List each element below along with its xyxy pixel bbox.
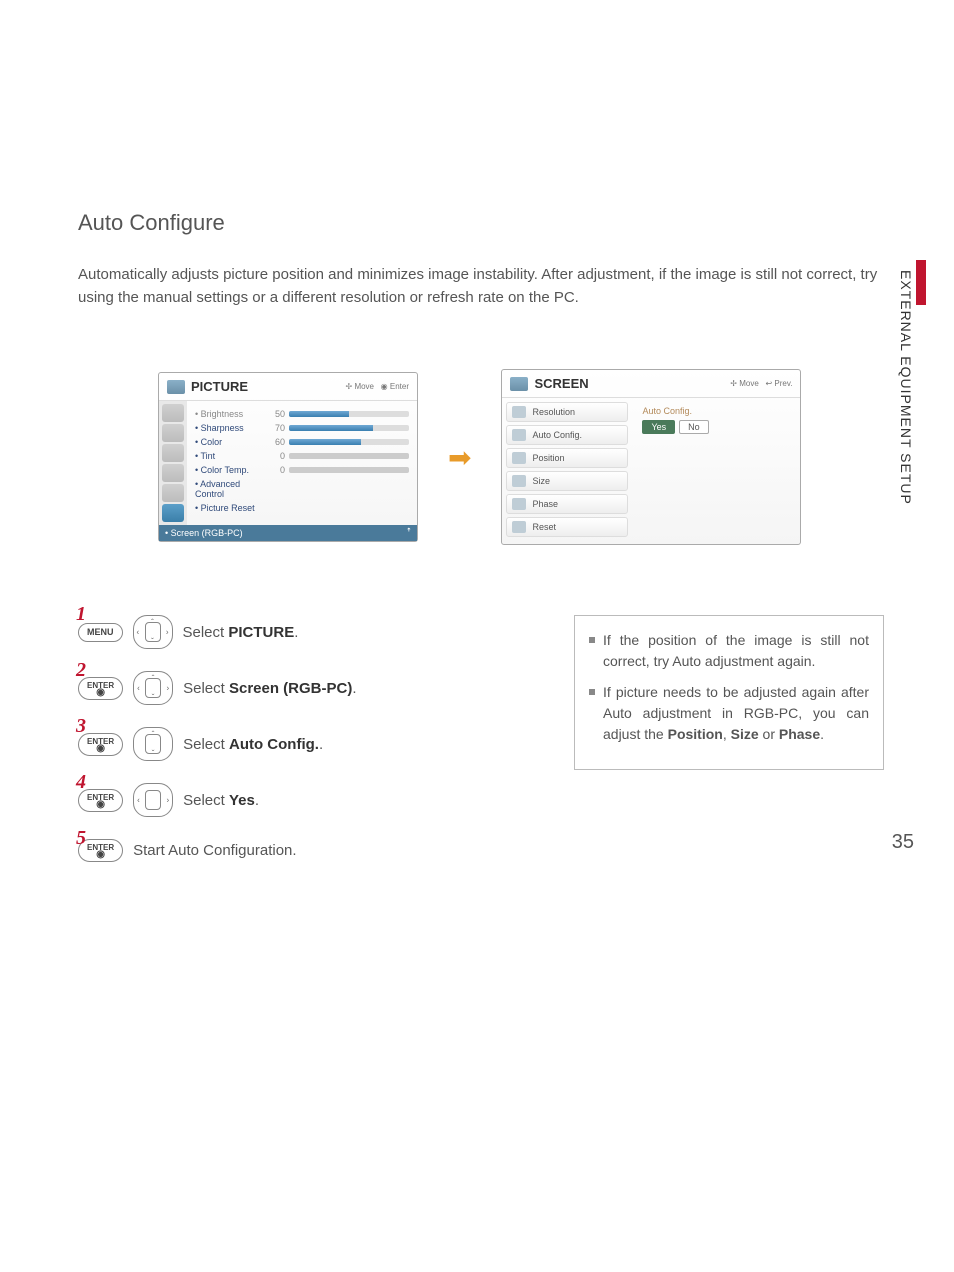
no-button[interactable]: No <box>679 420 709 434</box>
page-heading: Auto Configure <box>78 210 884 236</box>
step-number: 2 <box>76 659 86 682</box>
picture-setting: • Color Temp.0 <box>195 463 409 477</box>
menu-item-icon <box>512 406 526 418</box>
auto-config-label: Auto Config. <box>642 406 790 416</box>
screen-menu-item[interactable]: Resolution <box>506 402 628 422</box>
nav-pad[interactable]: ˆˇ <box>133 727 173 761</box>
arrow-right-icon: ➡ <box>448 441 471 474</box>
picture-osd: PICTURE ✢ Move ◉ Enter • Brightness50• S… <box>158 372 418 542</box>
picture-setting: • Picture Reset <box>195 501 409 515</box>
screen-menu-item[interactable]: Auto Config. <box>506 425 628 445</box>
menu-item-label: Phase <box>532 499 558 509</box>
picture-icon <box>167 380 185 394</box>
yes-button[interactable]: Yes <box>642 420 675 434</box>
screen-menu-item[interactable]: Reset <box>506 517 628 537</box>
picture-setting: • Sharpness70 <box>195 421 409 435</box>
step-row: 3ENTER◉ˆˇSelect Auto Config.. <box>78 727 514 761</box>
step-text: Start Auto Configuration. <box>133 842 296 859</box>
screen-menu-item[interactable]: Phase <box>506 494 628 514</box>
step-number: 5 <box>76 827 86 850</box>
osd-hint: ✢ Move ↩ Prev. <box>730 379 792 388</box>
menu-item-label: Resolution <box>532 407 575 417</box>
page-number: 35 <box>892 831 914 854</box>
menu-item-icon <box>512 498 526 510</box>
screen-icon <box>510 377 528 391</box>
picture-setting: • Brightness50 <box>195 407 409 421</box>
nav-pad[interactable]: ‹› <box>133 783 173 817</box>
step-number: 3 <box>76 715 86 738</box>
screen-menu-item[interactable]: Position <box>506 448 628 468</box>
step-number: 4 <box>76 771 86 794</box>
picture-setting: • Tint0 <box>195 449 409 463</box>
menu-item-icon <box>512 521 526 533</box>
nav-pad[interactable]: ‹›ˆˇ <box>133 671 173 705</box>
picture-setting: • Color60 <box>195 435 409 449</box>
nav-pad[interactable]: ‹›ˆˇ <box>133 615 173 649</box>
step-row: 4ENTER◉‹›Select Yes. <box>78 783 514 817</box>
tips-box: If the position of the image is still no… <box>574 615 884 770</box>
menu-item-icon <box>512 429 526 441</box>
osd-tabs <box>159 401 187 525</box>
screen-menu-item[interactable]: Size <box>506 471 628 491</box>
step-row: 5ENTER◉Start Auto Configuration. <box>78 839 514 862</box>
step-text: Select PICTURE. <box>183 624 299 641</box>
step-text: Select Yes. <box>183 792 259 809</box>
menu-item-icon <box>512 475 526 487</box>
menu-item-icon <box>512 452 526 464</box>
screen-osd: SCREEN ✢ Move ↩ Prev. Resolution Auto Con… <box>501 369 801 545</box>
menu-item-label: Auto Config. <box>532 430 582 440</box>
step-row: 1MENU‹›ˆˇSelect PICTURE. <box>78 615 514 649</box>
step-text: Select Screen (RGB-PC). <box>183 680 356 697</box>
menu-item-label: Position <box>532 453 564 463</box>
picture-setting: • Advanced Control <box>195 477 409 501</box>
screen-title: SCREEN <box>534 376 730 391</box>
section-label: EXTERNAL EQUIPMENT SETUP <box>898 270 914 505</box>
menu-item-label: Reset <box>532 522 556 532</box>
step-number: 1 <box>76 603 86 626</box>
intro-text: Automatically adjusts picture position a… <box>78 264 884 309</box>
step-text: Select Auto Config.. <box>183 736 323 753</box>
tip-2: If picture needs to be adjusted again af… <box>589 682 869 745</box>
side-accent <box>916 260 926 305</box>
picture-footer: • Screen (RGB-PC)ꜛ <box>159 525 417 541</box>
osd-hint: ✢ Move ◉ Enter <box>346 382 410 391</box>
menu-item-label: Size <box>532 476 550 486</box>
tip-1: If the position of the image is still no… <box>589 630 869 672</box>
picture-title: PICTURE <box>191 379 346 394</box>
step-row: 2ENTER◉‹›ˆˇSelect Screen (RGB-PC). <box>78 671 514 705</box>
